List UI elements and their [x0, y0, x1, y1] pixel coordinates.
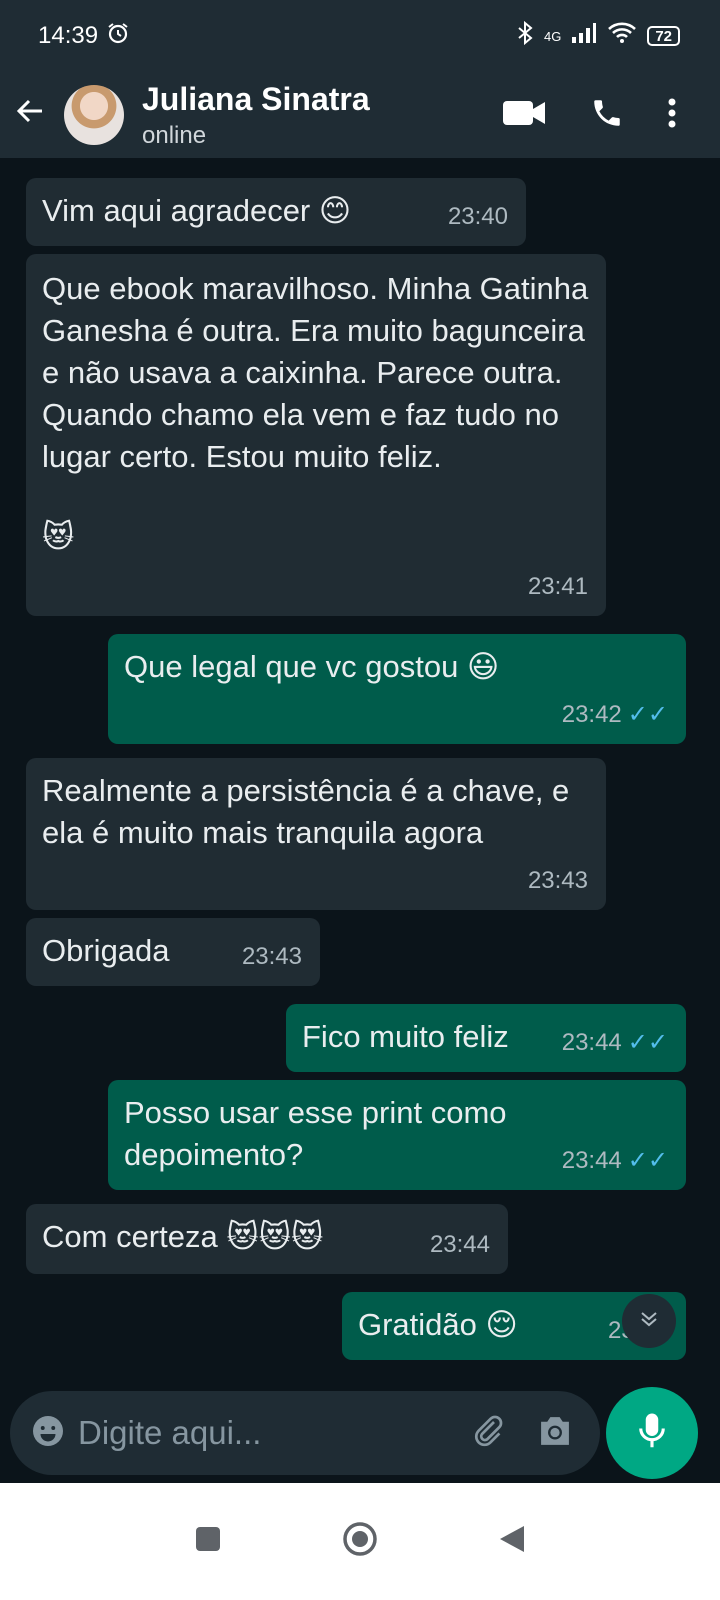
recent-apps-button[interactable]: [194, 1525, 222, 1558]
contact-status: online: [142, 121, 207, 149]
battery-indicator: 72: [647, 26, 680, 46]
message-time: 23:42: [561, 701, 622, 728]
back-button[interactable]: [498, 1524, 526, 1559]
attach-icon[interactable]: [470, 1413, 506, 1454]
message-time: 23:44: [561, 1029, 622, 1056]
clock: 14:39: [38, 22, 99, 49]
message-text: Gratidão 😌: [358, 1307, 518, 1342]
message-incoming[interactable]: Com certeza 😻😻😻 23:44: [26, 1204, 508, 1274]
contact-name: Juliana Sinatra: [142, 80, 370, 117]
message-time: 23:44: [561, 1147, 622, 1174]
wifi-icon: [607, 22, 637, 50]
message-text: Que legal que vc gostou 😃: [124, 649, 500, 684]
message-emoji: 😻: [42, 519, 75, 554]
message-text: Realmente a persistência é a chave, e el…: [42, 773, 570, 850]
avatar[interactable]: [64, 85, 124, 145]
double-chevron-down-icon: [637, 1307, 661, 1336]
message-incoming[interactable]: Que ebook maravilhoso. Minha Gatinha Gan…: [26, 254, 606, 616]
phone-call-icon[interactable]: [590, 96, 624, 135]
message-input[interactable]: Digite aqui...: [10, 1391, 600, 1475]
message-text: Vim aqui agradecer 😊: [42, 193, 352, 228]
message-text: Que ebook maravilhoso. Minha Gatinha Gan…: [42, 271, 589, 474]
message-text: Com certeza 😻😻😻: [42, 1219, 324, 1254]
bluetooth-icon: [516, 20, 534, 51]
video-call-icon[interactable]: [502, 99, 546, 132]
emoji-icon[interactable]: [30, 1413, 66, 1454]
message-time: 23:44: [429, 1231, 490, 1258]
message-outgoing[interactable]: Posso usar esse print como depoimento? 2…: [108, 1080, 686, 1190]
message-incoming[interactable]: Realmente a persistência é a chave, e el…: [26, 758, 606, 910]
back-arrow-icon[interactable]: [14, 95, 56, 136]
signal-icon: [571, 22, 597, 50]
more-options-icon[interactable]: [668, 98, 676, 133]
alarm-icon: [106, 21, 130, 52]
read-ticks-icon: ✓✓: [627, 701, 668, 728]
message-input-placeholder: Digite aqui...: [78, 1414, 262, 1451]
contact-info[interactable]: Juliana Sinatra online: [142, 81, 502, 150]
chat-header: Juliana Sinatra online: [0, 72, 720, 158]
message-outgoing[interactable]: Fico muito feliz 23:44 ✓✓: [286, 1004, 686, 1072]
message-text: Posso usar esse print como depoimento?: [124, 1095, 507, 1172]
message-time: 23:43: [241, 943, 302, 970]
message-outgoing[interactable]: Que legal que vc gostou 😃 23:42 ✓✓: [108, 634, 686, 744]
status-bar: 14:39 4G 72: [0, 0, 720, 72]
message-text: Fico muito feliz: [302, 1019, 509, 1054]
input-bar: Digite aqui...: [0, 1383, 720, 1483]
system-navigation-bar: [0, 1483, 720, 1600]
message-time: 23:40: [447, 203, 508, 230]
message-incoming[interactable]: Vim aqui agradecer 😊 23:40: [26, 178, 526, 246]
scroll-to-bottom-button[interactable]: [622, 1294, 676, 1348]
camera-icon[interactable]: [536, 1414, 574, 1453]
message-time: 23:41: [527, 573, 588, 600]
chat-area[interactable]: Vim aqui agradecer 😊 23:40 Que ebook mar…: [0, 158, 720, 1383]
home-button[interactable]: [342, 1521, 378, 1562]
voice-record-button[interactable]: [606, 1387, 698, 1479]
message-incoming[interactable]: Obrigada 23:43: [26, 918, 320, 986]
read-ticks-icon: ✓✓: [627, 1147, 668, 1174]
read-ticks-icon: ✓✓: [627, 1029, 668, 1056]
network-type: 4G: [543, 28, 562, 44]
message-text: Obrigada: [42, 933, 170, 968]
message-time: 23:43: [527, 867, 588, 894]
microphone-icon: [637, 1411, 667, 1456]
